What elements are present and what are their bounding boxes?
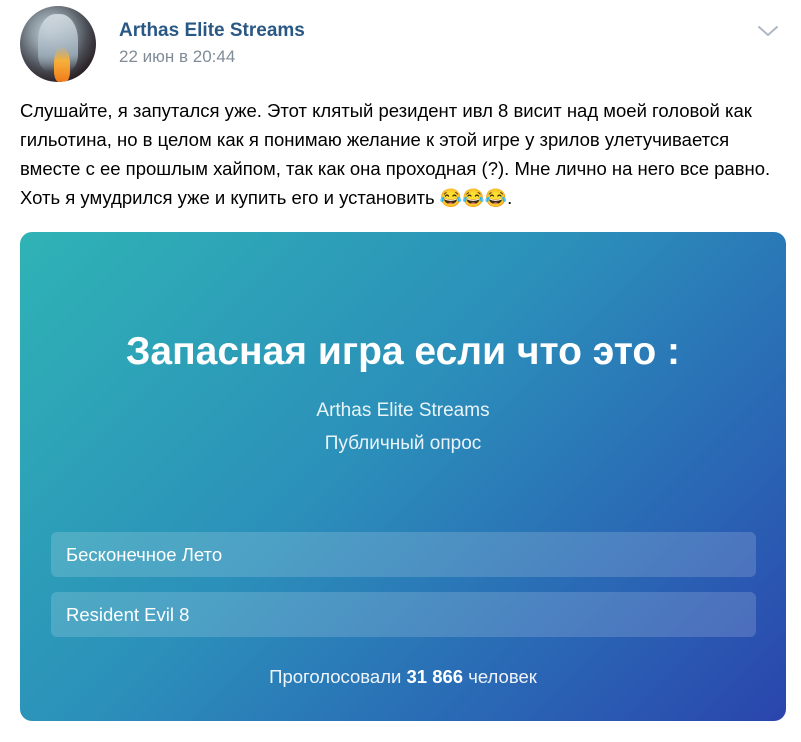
post-text-end: . — [507, 187, 513, 208]
laughing-emoji-icons: 😂😂😂 — [439, 188, 508, 208]
poll-type: Публичный опрос — [324, 433, 482, 454]
post-date[interactable]: 22 июн в 20:44 — [119, 47, 235, 67]
post-header: Arthas Elite Streams 22 июн в 20:44 — [20, 6, 781, 82]
poll-owner[interactable]: Arthas Elite Streams — [20, 400, 786, 422]
poll-votes: 31 866 — [406, 666, 464, 687]
poll-title: Запасная игра если что это : — [125, 330, 681, 373]
poll-option-2[interactable]: Resident Evil 8 — [51, 592, 756, 637]
post-author[interactable]: Arthas Elite Streams — [119, 20, 305, 42]
post-text: Слушайте, я запутался уже. Этот клятый р… — [20, 96, 790, 213]
avatar[interactable] — [20, 6, 96, 82]
poll-footer-prefix: Проголосовали — [269, 666, 402, 687]
poll-vote-count[interactable]: Проголосовали 31 866 человек — [20, 666, 786, 688]
post-text-body: Слушайте, я запутался уже. Этот клятый р… — [20, 100, 771, 208]
poll-card: Запасная игра если что это : Arthas Elit… — [20, 232, 786, 721]
chevron-down-icon[interactable] — [757, 24, 779, 38]
avatar-flame-shape — [54, 46, 70, 82]
poll-option-1[interactable]: Бесконечное Лето — [51, 532, 756, 577]
poll-footer-suffix: человек — [468, 666, 537, 687]
